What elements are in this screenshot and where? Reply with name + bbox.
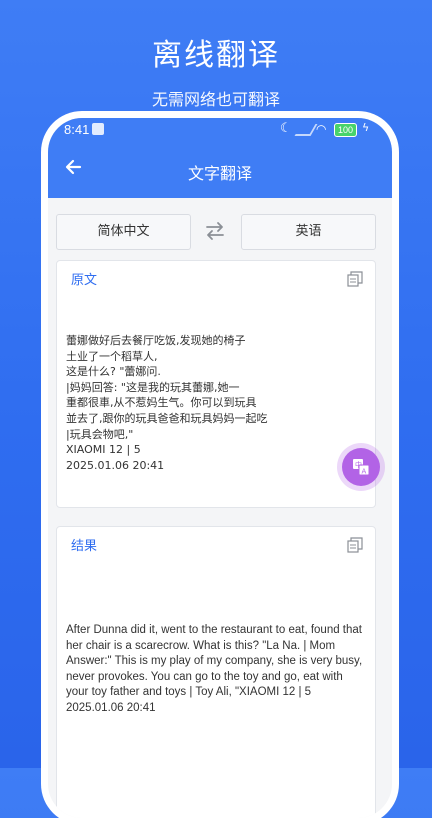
source-language-button[interactable]: 简体中文: [56, 214, 191, 250]
phone-frame: 8:41 ☾ ◠ 100 ϟ 文字翻译 简体中文 英语 原文 蕾娜做好后去餐厅吃…: [48, 118, 392, 818]
wifi-icon: ◠: [316, 122, 327, 136]
promo-subtitle: 无需网络也可翻译: [151, 90, 280, 109]
page-title: 文字翻译: [187, 164, 252, 183]
status-bar: 8:41 ☾ ◠ 100 ϟ: [48, 118, 392, 142]
status-time: 8:41: [64, 122, 90, 137]
charging-icon: ϟ: [362, 121, 370, 134]
battery-icon: 100: [334, 123, 358, 137]
settings-status-icon: [92, 123, 104, 135]
promo-title: 离线翻译: [152, 38, 280, 73]
result-text-card[interactable]: 结果 After Dunna did it, went to the resta…: [56, 526, 376, 818]
target-language-button[interactable]: 英语: [241, 214, 376, 250]
translate-button[interactable]: 中A: [342, 448, 380, 486]
source-text: 蕾娜做好后去餐厅吃饭,发现她的椅子 土业了一个稻草人, 这是什么? "蕾娜问. …: [66, 334, 268, 472]
copy-icon[interactable]: [347, 271, 363, 287]
source-label: 原文: [71, 273, 98, 288]
copy-icon[interactable]: [347, 537, 363, 553]
translate-icon: 中A: [353, 459, 370, 476]
swap-arrows-icon[interactable]: [204, 221, 226, 241]
source-text-card[interactable]: 原文 蕾娜做好后去餐厅吃饭,发现她的椅子 土业了一个稻草人, 这是什么? "蕾娜…: [56, 260, 376, 508]
language-selector-row: 简体中文 英语: [48, 214, 392, 250]
result-text: After Dunna did it, went to the restaura…: [66, 624, 363, 714]
signal-icon: [294, 124, 318, 136]
svg-text:A: A: [362, 468, 367, 476]
result-label: 结果: [71, 539, 98, 554]
app-bar: 文字翻译: [48, 142, 392, 198]
moon-icon: ☾: [280, 121, 292, 136]
